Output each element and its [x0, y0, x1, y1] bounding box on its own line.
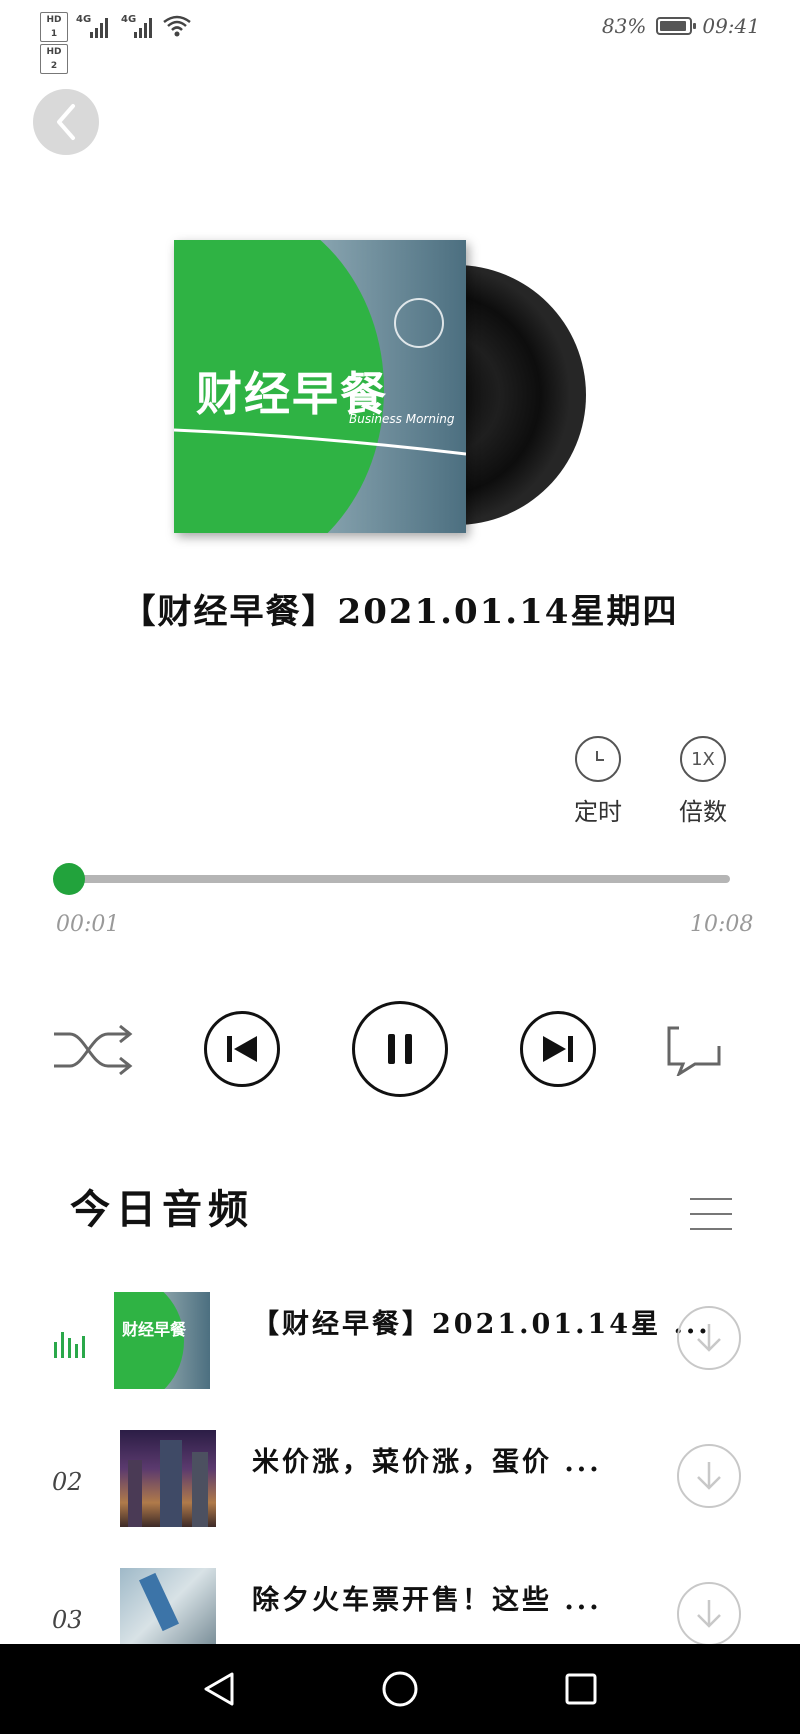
home-circle-icon[interactable] [381, 1670, 419, 1708]
shuffle-icon [54, 1024, 133, 1076]
elapsed-time: 00:01 [56, 912, 120, 937]
total-time: 10:08 [690, 912, 754, 937]
item-index: 03 [52, 1606, 83, 1634]
wifi-icon [163, 15, 191, 37]
next-button[interactable] [520, 1011, 596, 1087]
sun-icon [394, 298, 444, 348]
shuffle-button[interactable] [52, 1018, 136, 1082]
progress-track[interactable] [68, 875, 730, 883]
download-button[interactable] [677, 1582, 741, 1646]
download-button[interactable] [677, 1306, 741, 1370]
progress-thumb[interactable] [53, 863, 86, 895]
item-title: 除夕火车票开售！这些 ... [252, 1585, 602, 1616]
status-bar: HD 1 HD 2 4G 4G 83% 09:41 [0, 0, 800, 74]
item-title: 米价涨，菜价涨，蛋价 ... [252, 1447, 602, 1478]
cover-subtitle: Business Morning [349, 412, 455, 426]
clock-icon [575, 736, 621, 782]
recents-square-icon[interactable] [564, 1672, 598, 1706]
speed-label: 倍数 [679, 798, 727, 826]
item-thumbnail: 财经早餐 [114, 1292, 210, 1389]
chevron-left-icon [57, 104, 75, 140]
signal-icon [134, 16, 152, 38]
item-index: 02 [52, 1468, 83, 1496]
list-item[interactable]: 财经早餐 【财经早餐】2021.01.14星 ... [0, 1292, 800, 1402]
download-icon [697, 1600, 721, 1628]
playlist-heading: 今日音频 [70, 1186, 254, 1233]
item-thumbnail [120, 1430, 216, 1527]
hd-label-2: HD 2 [40, 44, 68, 74]
battery-percent: 83% [601, 14, 647, 38]
item-title: 【财经早餐】2021.01.14星 ... [252, 1309, 711, 1340]
hd-indicators: HD 1 HD 2 [40, 12, 68, 76]
pause-button[interactable] [352, 1001, 448, 1097]
battery-icon [656, 17, 697, 35]
download-icon [697, 1462, 721, 1490]
status-right: 83% 09:41 [602, 14, 760, 38]
system-nav-bar [0, 1644, 800, 1734]
comment-icon [667, 1026, 721, 1076]
download-icon [697, 1324, 721, 1352]
timer-label: 定时 [574, 798, 622, 826]
speed-icon: 1X [680, 736, 726, 782]
list-item[interactable]: 02 米价涨，菜价涨，蛋价 ... [0, 1430, 800, 1540]
playlist-menu-icon[interactable] [688, 1196, 734, 1232]
comment-button[interactable] [664, 1022, 724, 1078]
back-button[interactable] [33, 89, 99, 155]
previous-button[interactable] [204, 1011, 280, 1087]
pause-icon [388, 1034, 412, 1064]
thumb-title: 财经早餐 [122, 1320, 187, 1339]
timer-button[interactable]: 定时 [563, 736, 633, 827]
network-type-1: 4G [76, 14, 92, 25]
clock: 09:41 [702, 14, 760, 38]
skip-previous-icon [227, 1036, 257, 1062]
hd-label-1: HD 1 [40, 12, 68, 42]
track-title: 【财经早餐】2021.01.14星期四 [121, 592, 679, 632]
skip-next-icon [543, 1036, 573, 1062]
signal-icon [90, 16, 108, 38]
album-cover: 财经早餐 Business Morning [174, 240, 466, 533]
download-button[interactable] [677, 1444, 741, 1508]
speed-button[interactable]: 1X 倍数 [668, 736, 738, 827]
item-thumbnail [120, 1568, 216, 1644]
back-triangle-icon[interactable] [202, 1671, 236, 1707]
now-playing-icon [54, 1328, 85, 1358]
